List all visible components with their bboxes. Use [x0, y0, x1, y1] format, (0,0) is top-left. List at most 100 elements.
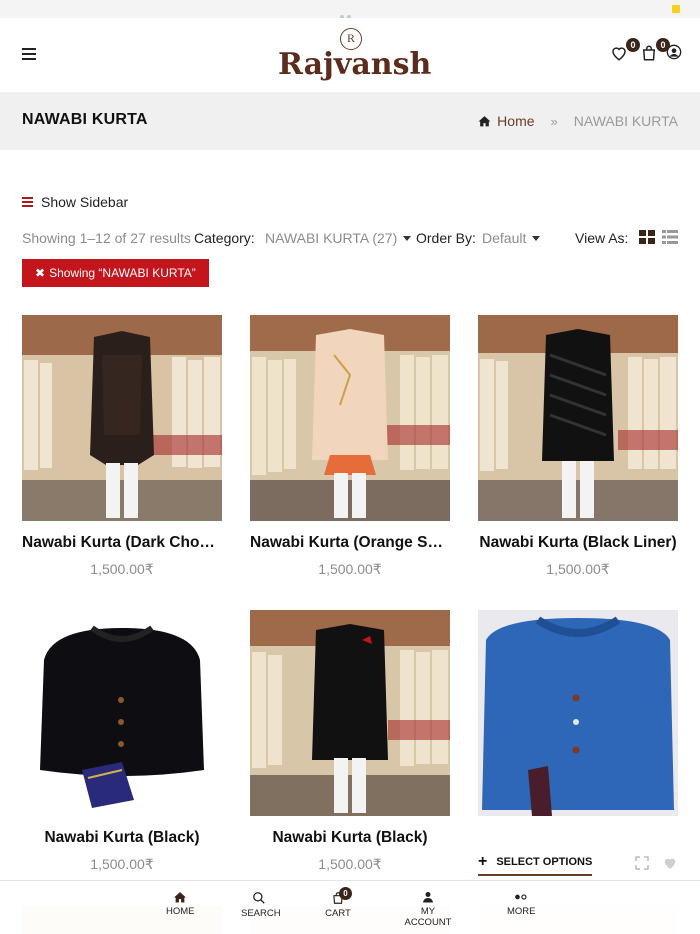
product-image[interactable]: [22, 315, 222, 521]
product-price: 1,500.00₹: [478, 561, 678, 578]
page-title: NAWABI KURTA: [22, 111, 148, 128]
product-card[interactable]: Nawabi Kurta (Black) 1,500.00₹: [22, 610, 222, 873]
currency-symbol: ₹: [600, 561, 610, 577]
active-filter-label: Showing “NAWABI KURTA”: [49, 266, 196, 280]
breadcrumb-separator: »: [550, 113, 558, 129]
page-title-band: NAWABI KURTA Home » NAWABI KURTA: [0, 92, 700, 150]
nav-search[interactable]: SEARCH: [241, 891, 281, 919]
product-image[interactable]: [478, 315, 678, 521]
more-dots-icon: [515, 894, 527, 900]
user-circle-icon: [666, 44, 682, 60]
product-card[interactable]: Nawabi Kurta (Dark Chocolate) 1,500.00₹: [22, 315, 222, 578]
site-header: R Rajvansh 0 0: [0, 18, 700, 92]
header-icons: 0 0: [610, 38, 682, 66]
category-label: Category:: [194, 230, 255, 246]
product-photo: [478, 315, 678, 521]
status-bar: [0, 0, 700, 37]
cart-count-badge: 0: [339, 887, 352, 900]
breadcrumb-home-label: Home: [497, 113, 535, 129]
home-icon: [478, 116, 491, 127]
category-value: NAWABI KURTA (27): [265, 230, 398, 246]
sidebar-lines-icon: [22, 197, 33, 207]
product-card[interactable]: Nawabi Kurta (Orange Shade) 1,500.00₹: [250, 315, 450, 578]
wishlist-count-badge: 0: [626, 38, 640, 52]
result-count: Showing 1–12 of 27 results: [22, 230, 191, 246]
product-price: 1,500.00₹: [250, 561, 450, 578]
product-card[interactable]: Nawabi Kurta (Black Liner) 1,500.00₹: [478, 315, 678, 578]
product-image[interactable]: [22, 610, 222, 816]
category-select[interactable]: NAWABI KURTA (27): [265, 230, 412, 246]
chevron-down-icon: [532, 236, 541, 241]
product-card[interactable]: + SELECT OPTIONS: [478, 610, 678, 880]
nav-account[interactable]: MY ACCOUNT: [397, 891, 459, 928]
select-options-button[interactable]: + SELECT OPTIONS: [478, 853, 593, 876]
cart-button[interactable]: 0: [640, 38, 670, 64]
price-amount: 1,500.00: [90, 561, 145, 577]
search-icon: [253, 892, 265, 904]
order-by-value: Default: [482, 230, 527, 246]
battery-icon: [672, 5, 680, 13]
product-photo: [250, 315, 450, 521]
show-sidebar-label: Show Sidebar: [41, 194, 129, 210]
product-photo: [22, 315, 222, 521]
user-icon: [423, 892, 433, 903]
product-photo: [250, 610, 450, 816]
status-dots: [340, 6, 360, 37]
bottom-navigation: HOME SEARCH 0 CART MY ACCOUNT MORE: [0, 880, 700, 934]
price-amount: 1,500.00: [318, 856, 373, 872]
nav-more[interactable]: MORE: [507, 891, 536, 917]
view-as-label: View As:: [575, 230, 629, 246]
product-name[interactable]: Nawabi Kurta (Black): [250, 829, 450, 847]
close-icon: ✖: [35, 266, 46, 280]
site-logo[interactable]: R Rajvansh: [278, 28, 432, 84]
order-by-label: Order By:: [416, 230, 476, 246]
product-name[interactable]: Nawabi Kurta (Dark Chocolate): [22, 534, 222, 552]
product-image[interactable]: [250, 610, 450, 816]
nav-home[interactable]: HOME: [166, 891, 195, 917]
active-filter-chip[interactable]: ✖ Showing “NAWABI KURTA”: [22, 259, 209, 287]
product-price: 1,500.00₹: [22, 561, 222, 578]
show-sidebar-button[interactable]: Show Sidebar: [22, 194, 128, 210]
list-view-icon[interactable]: [662, 230, 678, 244]
product-image[interactable]: [478, 610, 678, 816]
price-amount: 1,500.00: [90, 856, 145, 872]
menu-icon[interactable]: [22, 48, 36, 60]
account-button[interactable]: [666, 44, 682, 64]
nav-cart[interactable]: 0 CART: [325, 887, 352, 919]
wishlist-button[interactable]: 0: [610, 38, 640, 64]
nav-search-label: SEARCH: [241, 908, 281, 919]
breadcrumb: Home » NAWABI KURTA: [478, 113, 678, 129]
nav-account-label: MY ACCOUNT: [404, 906, 452, 928]
product-price: 1,500.00₹: [250, 856, 450, 873]
heart-icon[interactable]: [662, 855, 678, 871]
currency-symbol: ₹: [144, 856, 154, 872]
product-card[interactable]: Nawabi Kurta (Black) 1,500.00₹: [250, 610, 450, 873]
product-price: 1,500.00₹: [22, 856, 222, 873]
product-image[interactable]: [250, 315, 450, 521]
chevron-down-icon: [403, 236, 412, 241]
nav-more-label: MORE: [507, 906, 536, 917]
price-amount: 1,500.00: [318, 561, 373, 577]
shop-toolbar: Showing 1–12 of 27 results Category: NAW…: [22, 230, 678, 250]
product-photo: [22, 610, 222, 816]
breadcrumb-home-link[interactable]: Home: [478, 113, 535, 129]
logo-text: Rajvansh: [278, 47, 432, 82]
expand-icon[interactable]: [635, 856, 649, 870]
page: R Rajvansh 0 0 NAWABI KURTA Home » NAWAB…: [0, 0, 700, 934]
select-options-label: SELECT OPTIONS: [496, 856, 593, 868]
nav-cart-label: CART: [325, 908, 351, 919]
order-by-select[interactable]: Default: [482, 230, 541, 246]
currency-symbol: ₹: [372, 856, 382, 872]
price-amount: 1,500.00: [546, 561, 601, 577]
currency-symbol: ₹: [144, 561, 154, 577]
grid-view-icon[interactable]: [639, 230, 655, 244]
product-photo: [478, 610, 678, 816]
product-name[interactable]: Nawabi Kurta (Orange Shade): [250, 534, 450, 552]
breadcrumb-current: NAWABI KURTA: [573, 113, 678, 129]
home-icon: [174, 892, 186, 903]
product-name[interactable]: Nawabi Kurta (Black): [22, 829, 222, 847]
currency-symbol: ₹: [372, 561, 382, 577]
plus-icon: +: [478, 853, 488, 870]
nav-home-label: HOME: [166, 906, 195, 917]
product-name[interactable]: Nawabi Kurta (Black Liner): [478, 534, 678, 552]
